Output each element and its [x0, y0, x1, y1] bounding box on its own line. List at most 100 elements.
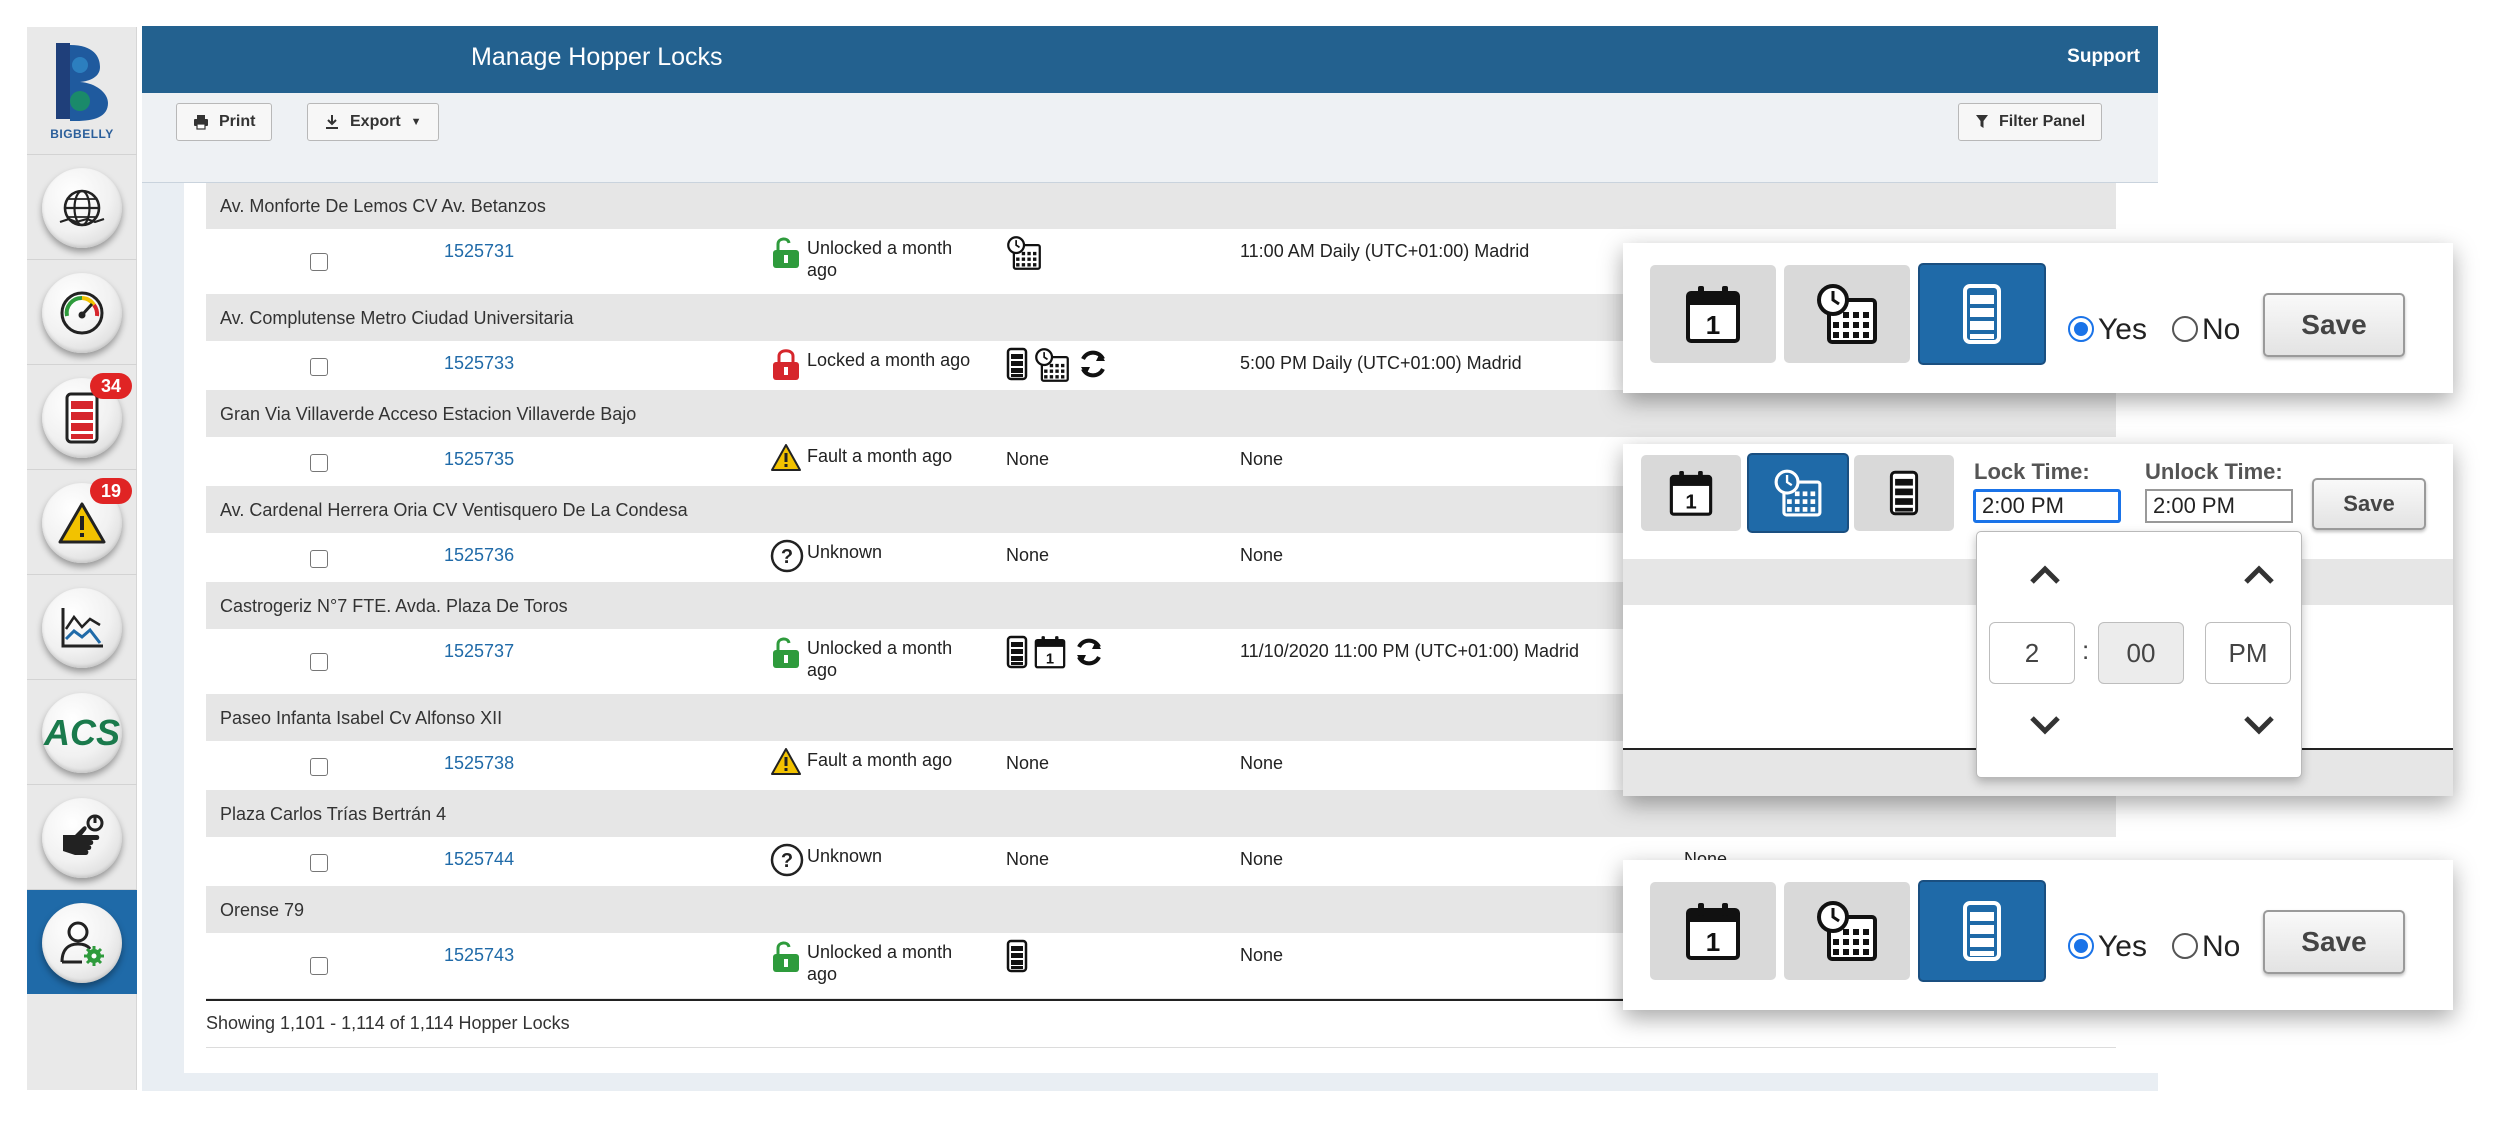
gauge-icon	[60, 291, 104, 335]
row-select-checkbox[interactable]	[310, 253, 328, 271]
lock-id-link[interactable]: 1525737	[444, 641, 514, 662]
sidebar: BIGBELLY 34 19 ACS	[27, 27, 137, 1090]
fullness-button[interactable]	[1918, 880, 2046, 982]
lock-schedule-text: None	[1240, 945, 1284, 965]
status-icon	[770, 635, 802, 669]
lock-config-icons[interactable]	[1006, 347, 1110, 383]
export-label: Export	[350, 113, 401, 130]
pagination-summary: Showing 1,101 - 1,114 of 1,114 Hopper Lo…	[206, 1013, 570, 1033]
schedule-icon	[1035, 348, 1069, 382]
fullness-button[interactable]	[1918, 263, 2046, 365]
export-button[interactable]: Export ▼	[307, 103, 439, 141]
sidebar-item-acs[interactable]: ACS	[27, 679, 137, 784]
lock-status-text: Locked a month ago	[807, 350, 971, 370]
locked-padlock-icon	[773, 349, 799, 380]
nav-button-analytics[interactable]	[42, 588, 122, 668]
period-value[interactable]: PM	[2205, 622, 2291, 684]
nav-button-map[interactable]	[42, 168, 122, 248]
save-button[interactable]: Save	[2312, 478, 2426, 530]
lock-config-text: None	[1006, 849, 1050, 869]
fullness-icon	[1006, 635, 1028, 669]
lock-config-icons[interactable]	[1006, 939, 1028, 973]
lock-time-input[interactable]: 2:00 PM	[1973, 489, 2121, 523]
printer-icon	[194, 115, 208, 130]
calendar-day-icon: 1	[1669, 471, 1713, 516]
schedule-button[interactable]	[1784, 882, 1910, 980]
lock-status-text: Unlocked a month ago	[807, 238, 953, 280]
lock-id-link[interactable]: 1525743	[444, 945, 514, 966]
no-radio[interactable]	[2172, 316, 2198, 342]
lock-id-link[interactable]: 1525733	[444, 353, 514, 374]
sidebar-item-bins[interactable]: 34	[27, 364, 137, 469]
filter-panel-label: Filter Panel	[1999, 113, 2086, 130]
lock-id-link[interactable]: 1525738	[444, 753, 514, 774]
nav-button-admin[interactable]	[42, 903, 122, 983]
bigbelly-logo-icon	[50, 39, 114, 125]
lock-config-icons[interactable]: 1	[1006, 635, 1106, 669]
row-select-checkbox[interactable]	[310, 550, 328, 568]
schedule-button[interactable]	[1747, 453, 1849, 533]
bin-fullness-icon	[1889, 470, 1919, 516]
row-select-checkbox[interactable]	[310, 758, 328, 776]
period-increment-icon[interactable]	[2242, 564, 2276, 586]
nav-button-service[interactable]	[42, 798, 122, 878]
lock-status-text: Unknown	[807, 542, 883, 562]
schedule-button[interactable]	[1784, 265, 1910, 363]
unlock-time-input[interactable]: 2:00 PM	[2145, 489, 2293, 523]
filter-panel-button[interactable]: Filter Panel	[1958, 103, 2103, 141]
hour-decrement-icon[interactable]	[2028, 714, 2062, 736]
row-select-checkbox[interactable]	[310, 957, 328, 975]
acs-label: ACS	[43, 712, 120, 753]
row-select-checkbox[interactable]	[310, 653, 328, 671]
daily-calendar-button[interactable]: 1	[1641, 455, 1741, 531]
lock-status-text: Unknown	[807, 846, 883, 866]
save-button[interactable]: Save	[2263, 293, 2405, 357]
sidebar-item-map[interactable]	[27, 154, 137, 259]
fault-warning-icon	[771, 444, 801, 471]
no-radio[interactable]	[2172, 933, 2198, 959]
lock-id-link[interactable]: 1525736	[444, 545, 514, 566]
fullness-button[interactable]	[1854, 455, 1954, 531]
lock-schedule-text: None	[1240, 849, 1284, 869]
minute-value[interactable]: 00	[2098, 622, 2184, 684]
sidebar-item-analytics[interactable]	[27, 574, 137, 679]
sidebar-item-alerts[interactable]: 19	[27, 469, 137, 574]
lock-id-link[interactable]: 1525735	[444, 449, 514, 470]
unknown-question-icon: ?	[770, 539, 804, 573]
svg-text:1: 1	[1706, 927, 1720, 957]
yes-radio[interactable]	[2068, 933, 2094, 959]
print-button[interactable]: Print	[176, 103, 273, 141]
daily-calendar-button[interactable]: 1	[1650, 265, 1776, 363]
row-select-checkbox[interactable]	[310, 854, 328, 872]
support-link[interactable]: Support	[2067, 46, 2140, 68]
lock-id-link[interactable]: 1525731	[444, 241, 514, 262]
row-select-checkbox[interactable]	[310, 454, 328, 472]
bigbelly-logo[interactable]: BIGBELLY	[27, 27, 137, 152]
unlocked-padlock-icon	[773, 237, 799, 268]
bin-fullness-icon	[65, 392, 99, 444]
sidebar-item-dashboard[interactable]	[27, 259, 137, 364]
time-picker-popup: 2 : 00 PM	[1976, 531, 2302, 778]
hour-value[interactable]: 2	[1989, 622, 2075, 684]
lock-id-link[interactable]: 1525744	[444, 849, 514, 870]
nav-button-dashboard[interactable]	[42, 273, 122, 353]
sidebar-item-admin[interactable]	[27, 889, 137, 994]
print-label: Print	[219, 113, 256, 130]
page-title: Manage Hopper Locks	[471, 43, 723, 71]
bin-fullness-icon	[1963, 284, 2001, 344]
lock-config-icons[interactable]	[1006, 235, 1042, 271]
chevron-down-icon: ▼	[410, 116, 422, 128]
yes-radio[interactable]	[2068, 316, 2094, 342]
daily-calendar-button[interactable]: 1	[1650, 882, 1776, 980]
hour-increment-icon[interactable]	[2028, 564, 2062, 586]
row-select-checkbox[interactable]	[310, 358, 328, 376]
lock-status-text: Unlocked a month ago	[807, 638, 953, 680]
sidebar-item-service[interactable]	[27, 784, 137, 889]
status-icon	[770, 235, 802, 269]
nav-button-acs[interactable]: ACS	[42, 693, 122, 773]
lock-schedule-text: None	[1240, 753, 1284, 773]
globe-map-icon	[59, 189, 105, 227]
save-button[interactable]: Save	[2263, 910, 2405, 974]
period-decrement-icon[interactable]	[2242, 714, 2276, 736]
location-group-header: Plaza Carlos Trías Bertrán 4	[206, 791, 2116, 837]
